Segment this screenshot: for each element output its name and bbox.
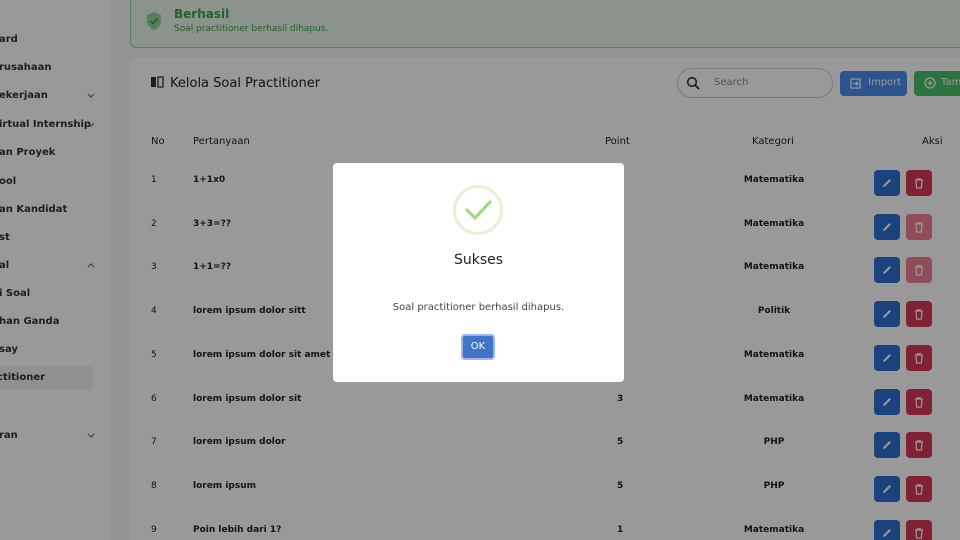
ok-button[interactable]: OK — [461, 334, 495, 360]
checkmark-icon — [465, 200, 492, 220]
modal-title: Sukses — [453, 252, 504, 268]
success-modal: Sukses Soal practitioner berhasil dihapu… — [333, 163, 624, 382]
success-icon-ring — [453, 185, 503, 235]
modal-message: Soal practitioner berhasil dihapus. — [392, 302, 565, 313]
